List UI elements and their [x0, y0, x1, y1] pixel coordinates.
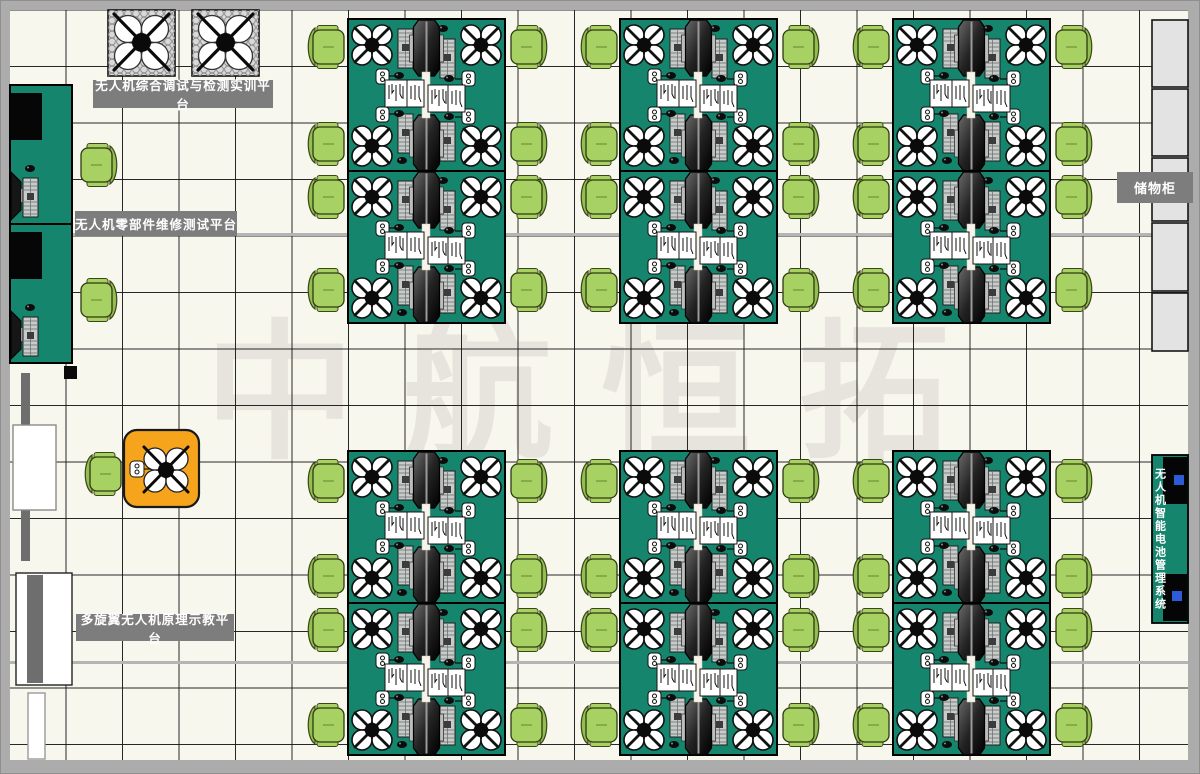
label-storage-cabinet: 储物柜 — [1117, 172, 1193, 203]
chair — [308, 704, 344, 747]
chair — [1056, 460, 1092, 503]
chair — [1056, 123, 1092, 166]
chair — [81, 279, 117, 322]
chair — [581, 123, 617, 166]
chair — [783, 123, 819, 166]
chair — [581, 609, 617, 652]
demo-platform — [124, 430, 199, 507]
drone-test-cage — [192, 10, 259, 76]
workbench-module — [893, 451, 1050, 603]
chair — [308, 176, 344, 219]
chair — [511, 609, 547, 652]
chair — [1056, 609, 1092, 652]
chair — [511, 176, 547, 219]
chair — [783, 176, 819, 219]
chair — [783, 555, 819, 598]
chair — [511, 704, 547, 747]
workbench-module — [893, 171, 1050, 323]
chair — [308, 26, 344, 69]
label-demo-platform: 多旋翼无人机原理示教平台 — [76, 614, 234, 641]
label-battery-system: 无人机智能电池管理系统 — [1152, 457, 1167, 621]
chair — [853, 123, 889, 166]
chair — [581, 460, 617, 503]
chair — [308, 460, 344, 503]
side-table — [13, 425, 56, 510]
chair — [783, 460, 819, 503]
drone-test-cage — [108, 10, 175, 76]
floorplan-svg — [0, 0, 1200, 774]
workbench-module — [620, 603, 777, 755]
chair — [853, 26, 889, 69]
chair — [308, 609, 344, 652]
workbench-module — [893, 603, 1050, 755]
chair — [853, 269, 889, 312]
door-leaf — [28, 693, 45, 759]
chair — [853, 460, 889, 503]
chair — [581, 269, 617, 312]
chair — [581, 176, 617, 219]
chair — [783, 269, 819, 312]
chair — [308, 269, 344, 312]
label-repair-platform: 无人机零部件维修测试平台 — [75, 211, 237, 236]
equipment-box — [64, 366, 77, 379]
wall-workbench — [10, 224, 72, 363]
chair — [308, 555, 344, 598]
chair — [853, 609, 889, 652]
wall-workbench — [10, 85, 72, 224]
chair — [853, 176, 889, 219]
chair — [511, 123, 547, 166]
workbench-module — [620, 171, 777, 323]
chair — [1056, 26, 1092, 69]
chair — [81, 144, 117, 187]
workbench-module — [348, 171, 505, 323]
workbench-module — [348, 19, 505, 171]
cabinet-bar — [27, 575, 43, 683]
chair — [783, 609, 819, 652]
chair — [1056, 555, 1092, 598]
chair — [581, 26, 617, 69]
chair — [783, 704, 819, 747]
chair — [581, 555, 617, 598]
workbench-module — [348, 451, 505, 603]
storage-cabinet — [1152, 20, 1188, 87]
chair — [1056, 269, 1092, 312]
workbench-module — [620, 451, 777, 603]
chair — [511, 26, 547, 69]
label-cage-platform: 无人机综合调试与检测实训平台 — [93, 80, 273, 108]
chair — [1056, 176, 1092, 219]
storage-cabinet — [1152, 293, 1188, 351]
chair — [85, 453, 121, 496]
chair — [853, 704, 889, 747]
storage-cabinet — [1152, 89, 1188, 156]
chair — [783, 26, 819, 69]
chair — [511, 555, 547, 598]
storage-cabinet — [1152, 223, 1188, 291]
workbench-module — [620, 19, 777, 171]
workbench-module — [348, 603, 505, 755]
chair — [308, 123, 344, 166]
chair — [853, 555, 889, 598]
chair — [511, 269, 547, 312]
chair — [1056, 704, 1092, 747]
cabinet-white — [16, 573, 72, 685]
floor-plan-canvas: 中航恒拓 — [0, 0, 1200, 774]
workbench-module — [893, 19, 1050, 171]
chair — [511, 460, 547, 503]
chair — [581, 704, 617, 747]
